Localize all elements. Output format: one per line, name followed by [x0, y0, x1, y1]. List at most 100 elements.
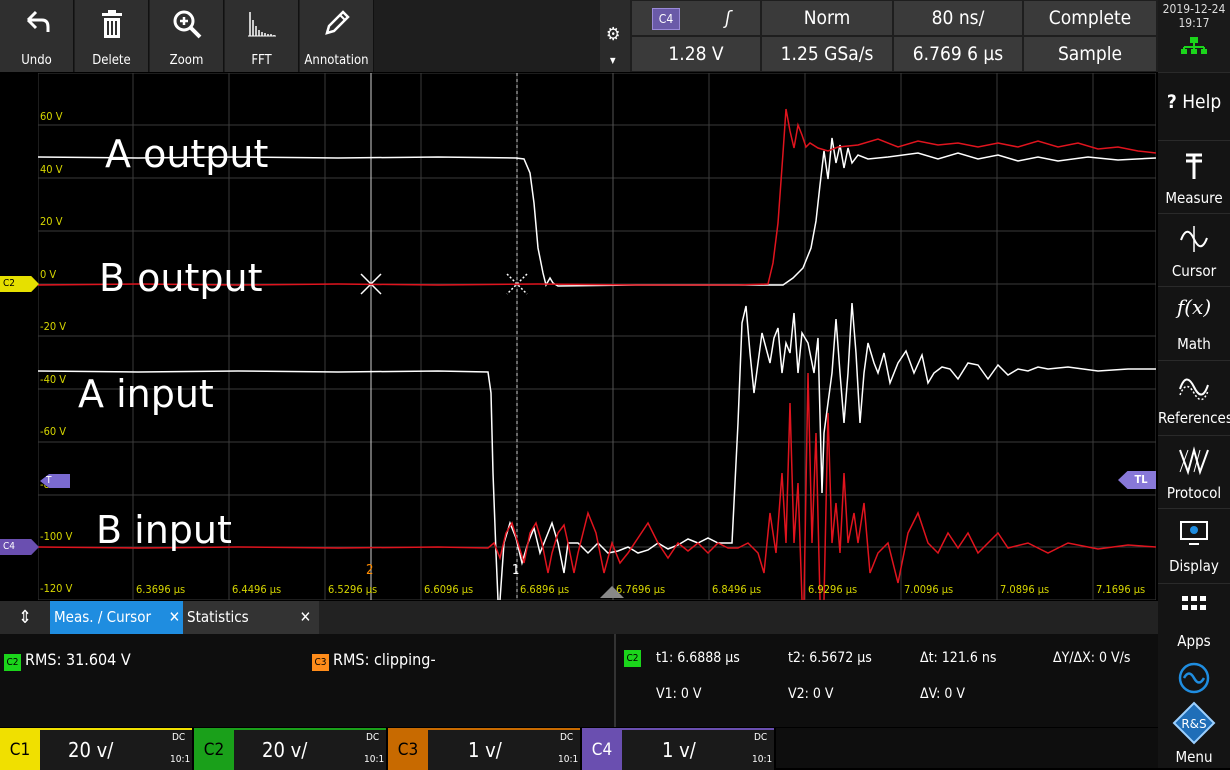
fft-button[interactable]: FFT — [225, 0, 299, 72]
c1-probe: 10:1 — [170, 754, 191, 765]
sample-rate-cell[interactable]: 1.25 GSa/s — [762, 37, 892, 71]
horizontal-position-cell[interactable]: 6.769 6 µs — [894, 37, 1022, 71]
timebase-cell[interactable]: 80 ns/ — [894, 1, 1022, 35]
c2-badge: C2 — [4, 654, 21, 671]
measure-button[interactable]: Measure — [1158, 140, 1230, 213]
close-icon[interactable]: ✕ — [300, 601, 311, 634]
power-wave-button[interactable] — [1158, 657, 1230, 697]
date-text: 2019-12-24 — [1162, 2, 1226, 16]
c2-probe: 10:1 — [364, 754, 385, 765]
references-icon — [1179, 378, 1209, 401]
x-tick-label: 6.8496 µs — [712, 583, 762, 596]
cursor-v2: V2: 0 V — [788, 686, 834, 702]
panel-resize-handle[interactable]: ⇕ — [0, 601, 50, 634]
c4-marker-label: C4 — [3, 541, 16, 552]
protocol-label: Protocol — [1166, 484, 1222, 502]
c1-coupling: DC — [172, 732, 186, 743]
trash-icon — [101, 10, 122, 38]
tab-meas-cursor-label: Meas. / Cursor — [54, 608, 152, 626]
y-tick-label: -60 V — [40, 425, 67, 438]
y-tick-label: 0 V — [40, 268, 57, 281]
protocol-icon — [1179, 446, 1209, 476]
x-tick-label: 7.1696 µs — [1096, 583, 1146, 596]
x-tick-label: 6.4496 µs — [232, 583, 282, 596]
x-tick-label: 6.6896 µs — [520, 583, 570, 596]
x-tick-label: 6.6096 µs — [424, 583, 474, 596]
tl-marker-label: TL — [1134, 473, 1148, 486]
status-cell[interactable]: Complete — [1024, 1, 1156, 35]
undo-button[interactable]: Undo — [0, 0, 74, 72]
c2-coupling: DC — [366, 732, 380, 743]
c2-scale: 20 v/ — [262, 738, 308, 762]
display-button[interactable]: Display — [1158, 508, 1230, 581]
apps-icon — [1182, 596, 1206, 610]
annotation-a-input: A input — [78, 372, 214, 416]
time-text: 19:17 — [1178, 16, 1210, 30]
fft-label: FFT — [251, 53, 272, 68]
annotation-b-output: B output — [99, 256, 263, 300]
zoom-icon — [173, 10, 201, 39]
channel-c4[interactable]: C4 1 v/ DC 10:1 — [582, 728, 774, 770]
display-icon — [1180, 521, 1208, 545]
tab-statistics[interactable]: Statistics ✕ — [183, 601, 319, 634]
protocol-button[interactable]: Protocol — [1158, 435, 1230, 508]
delete-label: Delete — [92, 53, 131, 68]
help-icon: ? — [1166, 91, 1177, 113]
c2-offset-marker[interactable]: C2 — [0, 276, 39, 292]
cursor-icon — [1180, 226, 1208, 252]
cursor-delta-v: ΔV: 0 V — [920, 686, 965, 702]
cursor-1-marker[interactable]: 1 — [512, 563, 519, 578]
x-tick-label: 7.0096 µs — [904, 583, 954, 596]
c3-coupling: DC — [560, 732, 574, 743]
c1-label: C1 — [0, 730, 40, 770]
annotation-button[interactable]: Annotation — [300, 0, 374, 72]
apps-button[interactable]: Apps — [1158, 583, 1230, 656]
y-tick-label: -20 V — [40, 320, 67, 333]
cursor-slope: ΔY/ΔX: 0 V/s — [1053, 650, 1131, 666]
measurement-rms-c3: C3 RMS: clipping- — [312, 650, 436, 671]
c4-probe: 10:1 — [752, 754, 773, 765]
gear-icon: ⚙ — [606, 24, 621, 45]
math-button[interactable]: f(x) Math — [1158, 286, 1230, 359]
trigger-marker-label: T — [46, 475, 52, 486]
horizontal-position-marker[interactable] — [600, 586, 624, 598]
c4-offset-marker[interactable]: C4 — [0, 539, 39, 555]
zoom-label: Zoom — [169, 53, 204, 68]
tab-statistics-label: Statistics — [187, 608, 249, 626]
apps-label: Apps — [1177, 632, 1211, 650]
menu-icon: R&S — [1172, 701, 1216, 745]
trigger-level-cell[interactable]: 1.28 V — [632, 37, 760, 71]
c2-marker-label: C2 — [3, 278, 16, 289]
trigger-slope-cell[interactable]: ʃ — [696, 1, 760, 35]
delete-button[interactable]: Delete — [75, 0, 149, 72]
channel-c1[interactable]: C1 20 v/ DC 10:1 — [0, 728, 192, 770]
acquisition-mode-cell[interactable]: Sample — [1024, 37, 1156, 71]
cursor-button[interactable]: Cursor — [1158, 213, 1230, 286]
channel-c3[interactable]: C3 1 v/ DC 10:1 — [388, 728, 580, 770]
acquisition-settings-button[interactable]: ⚙ ▼ — [600, 0, 630, 72]
channel-bar-empty — [776, 728, 1158, 768]
y-tick-label: 60 V — [40, 110, 63, 123]
c3-badge: C3 — [312, 654, 329, 671]
references-button[interactable]: References — [1158, 360, 1230, 433]
rising-edge-icon: ʃ — [725, 7, 731, 29]
measurement-panel: C2 RMS: 31.604 V C3 RMS: clipping- C2 t1: … — [0, 634, 1158, 727]
c2-label: C2 — [194, 730, 234, 770]
zoom-button[interactable]: Zoom — [150, 0, 224, 72]
menu-button[interactable]: R&S Menu — [1158, 697, 1230, 768]
close-icon[interactable]: ✕ — [169, 601, 180, 634]
cursor-t2: t2: 6.5672 µs — [788, 650, 872, 666]
help-button[interactable]: ? Help — [1158, 72, 1230, 145]
cursor-2-marker[interactable]: 2 — [366, 563, 373, 578]
dropdown-arrow-icon: ▼ — [610, 56, 616, 65]
tab-meas-cursor[interactable]: Meas. / Cursor ✕ — [50, 601, 186, 634]
waveform-circle-icon — [1178, 662, 1210, 694]
y-tick-label: -100 V — [40, 530, 73, 543]
channel-c2[interactable]: C2 20 v/ DC 10:1 — [194, 728, 386, 770]
cursor-delta-t: Δt: 121.6 ns — [920, 650, 997, 666]
result-tab-bar: ⇕ Meas. / Cursor ✕ Statistics ✕ — [0, 601, 1158, 634]
y-tick-label: -120 V — [40, 582, 73, 595]
measurement-rms-c2: C2 RMS: 31.604 V — [4, 650, 131, 671]
rms-c2-value: RMS: 31.604 V — [25, 650, 131, 669]
trigger-mode-cell[interactable]: Norm — [762, 1, 892, 35]
